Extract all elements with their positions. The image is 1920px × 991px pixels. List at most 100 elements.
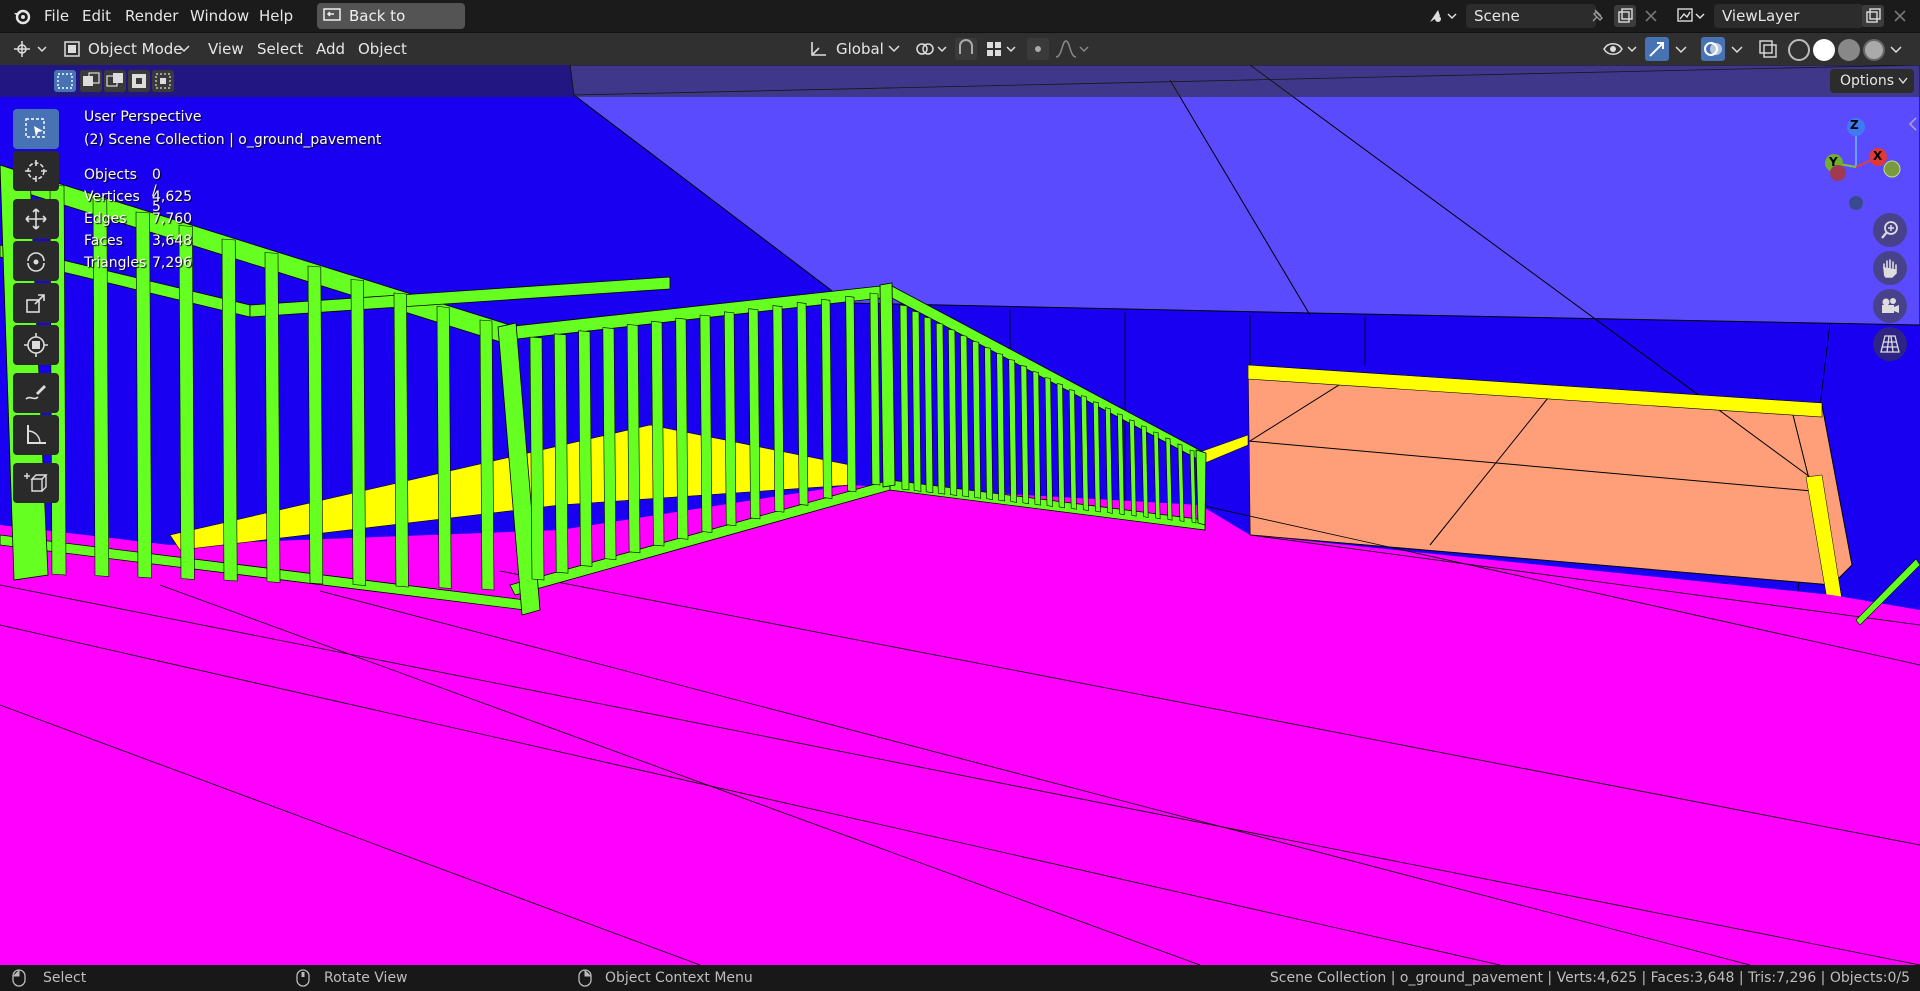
stat-value: 4,625 [152, 189, 193, 205]
select-subtract-icon[interactable] [104, 70, 126, 92]
view-layer-name-field[interactable]: ViewLayer [1714, 4, 1864, 28]
mouse-middle-icon [296, 969, 310, 987]
railing-baluster [436, 306, 452, 589]
transform-tool[interactable] [13, 325, 59, 365]
cursor-tool[interactable] [13, 151, 59, 191]
scene-name-field[interactable]: Scene [1466, 4, 1596, 28]
screen-back-icon [323, 8, 341, 24]
chevron-down-icon[interactable] [1731, 45, 1743, 55]
chevron-down-icon [888, 44, 900, 54]
options-dropdown[interactable]: Options [1830, 69, 1914, 93]
gizmo-x-label: X [1873, 149, 1883, 163]
scale-tool[interactable] [13, 283, 59, 323]
railing-baluster [772, 305, 785, 513]
railing-baluster [651, 320, 665, 547]
stat-label: Faces [84, 233, 123, 249]
menu-view[interactable]: View [208, 33, 244, 65]
overlay-toggle-icon[interactable] [1701, 37, 1725, 61]
snap-increment-icon[interactable] [985, 39, 1019, 59]
railing-baluster [178, 225, 195, 580]
railing-baluster [602, 327, 617, 560]
menu-object[interactable]: Object [358, 33, 407, 65]
railing-baluster [796, 302, 809, 506]
zoom-button[interactable] [1873, 213, 1907, 247]
grid-icon [1880, 334, 1900, 354]
stat-value: 7,296 [152, 255, 193, 271]
stat-label: Triangles [84, 255, 147, 271]
select-box-tool[interactable] [13, 109, 59, 149]
new-scene-icon[interactable] [1614, 5, 1636, 27]
blender-logo-icon[interactable] [12, 6, 32, 26]
status-rotate-hint: Rotate View [324, 970, 408, 986]
rotate-icon [24, 249, 48, 273]
top-menu-bar: File Edit Render Window Help Back to Pre… [0, 0, 1920, 51]
railing-baluster [748, 308, 761, 520]
pan-button[interactable] [1873, 251, 1907, 285]
scene-name: Scene [1474, 7, 1520, 25]
xray-toggle-icon[interactable] [1757, 38, 1779, 60]
menu-help[interactable]: Help [259, 0, 293, 32]
proportional-editing-icon[interactable] [1027, 38, 1049, 60]
view-perspective-label: User Perspective [84, 109, 202, 125]
select-new-icon[interactable] [54, 70, 76, 92]
visibility-eye-icon[interactable] [1602, 39, 1638, 59]
mouse-left-icon [12, 969, 26, 987]
pin-icon[interactable] [1590, 8, 1606, 24]
rendered-shading-icon[interactable] [1863, 39, 1885, 61]
annotate-tool[interactable] [13, 373, 59, 413]
mode-dropdown[interactable]: Object Mode [60, 36, 194, 62]
hand-icon [1880, 258, 1900, 278]
menu-render[interactable]: Render [125, 0, 178, 32]
rotate-tool[interactable] [13, 241, 59, 281]
measure-tool[interactable] [13, 415, 59, 455]
close-scene-icon[interactable] [1643, 8, 1659, 24]
move-tool[interactable] [13, 199, 59, 239]
new-view-layer-icon[interactable] [1862, 5, 1884, 27]
add-cube-tool[interactable] [13, 463, 59, 503]
material-shading-icon[interactable] [1838, 39, 1860, 61]
scene-icon[interactable] [1428, 6, 1458, 26]
snap-icon[interactable] [955, 38, 977, 60]
solid-shading-icon[interactable] [1813, 39, 1835, 61]
mode-label: Object Mode [88, 40, 183, 58]
move-icon [24, 207, 48, 231]
railing-baluster [479, 319, 495, 591]
mouse-right-icon [578, 969, 592, 987]
wireframe-shading-icon[interactable] [1788, 39, 1810, 61]
ruler-icon [24, 423, 48, 447]
chevron-down-icon [1898, 77, 1908, 85]
editor-type-icon[interactable] [12, 39, 48, 59]
back-to-previous-button[interactable]: Back to Previous [317, 3, 465, 51]
view-layer-icon[interactable] [1676, 6, 1706, 26]
menu-edit[interactable]: Edit [82, 0, 111, 32]
chevron-down-icon[interactable] [1890, 45, 1902, 55]
stat-label: Objects [84, 167, 137, 183]
gizmo-toggle-icon[interactable] [1645, 37, 1669, 61]
close-view-layer-icon[interactable] [1892, 8, 1908, 24]
railing-baluster [307, 265, 324, 585]
navigation-gizmo[interactable]: Z X Y [1810, 105, 1910, 215]
view-collection-label: (2) Scene Collection | o_ground_pavement [84, 132, 382, 148]
3d-viewport[interactable]: Options User Perspective (2) Scene Colle… [0, 65, 1920, 965]
orientation-dropdown[interactable]: Global [806, 36, 902, 62]
menu-add[interactable]: Add [316, 33, 345, 65]
select-intersect-icon[interactable] [152, 70, 174, 92]
pivot-point-icon[interactable] [914, 39, 950, 59]
select-extend-icon[interactable] [80, 70, 102, 92]
transform-icon [24, 333, 48, 357]
railing-baluster [529, 336, 545, 581]
sidebar-toggle-icon[interactable] [1908, 117, 1918, 131]
gizmo-z-label: Z [1850, 118, 1859, 132]
scene-render[interactable] [0, 65, 1920, 965]
object-mode-icon [63, 40, 81, 58]
railing-baluster [869, 292, 881, 486]
menu-select[interactable]: Select [257, 33, 303, 65]
select-invert-icon[interactable] [128, 70, 150, 92]
railing-baluster [221, 238, 238, 582]
chevron-down-icon[interactable] [1675, 45, 1687, 55]
camera-view-button[interactable] [1873, 289, 1907, 323]
menu-window[interactable]: Window [190, 0, 249, 32]
ortho-toggle-button[interactable] [1873, 327, 1907, 361]
menu-file[interactable]: File [44, 0, 69, 32]
falloff-icon[interactable] [1054, 39, 1090, 59]
